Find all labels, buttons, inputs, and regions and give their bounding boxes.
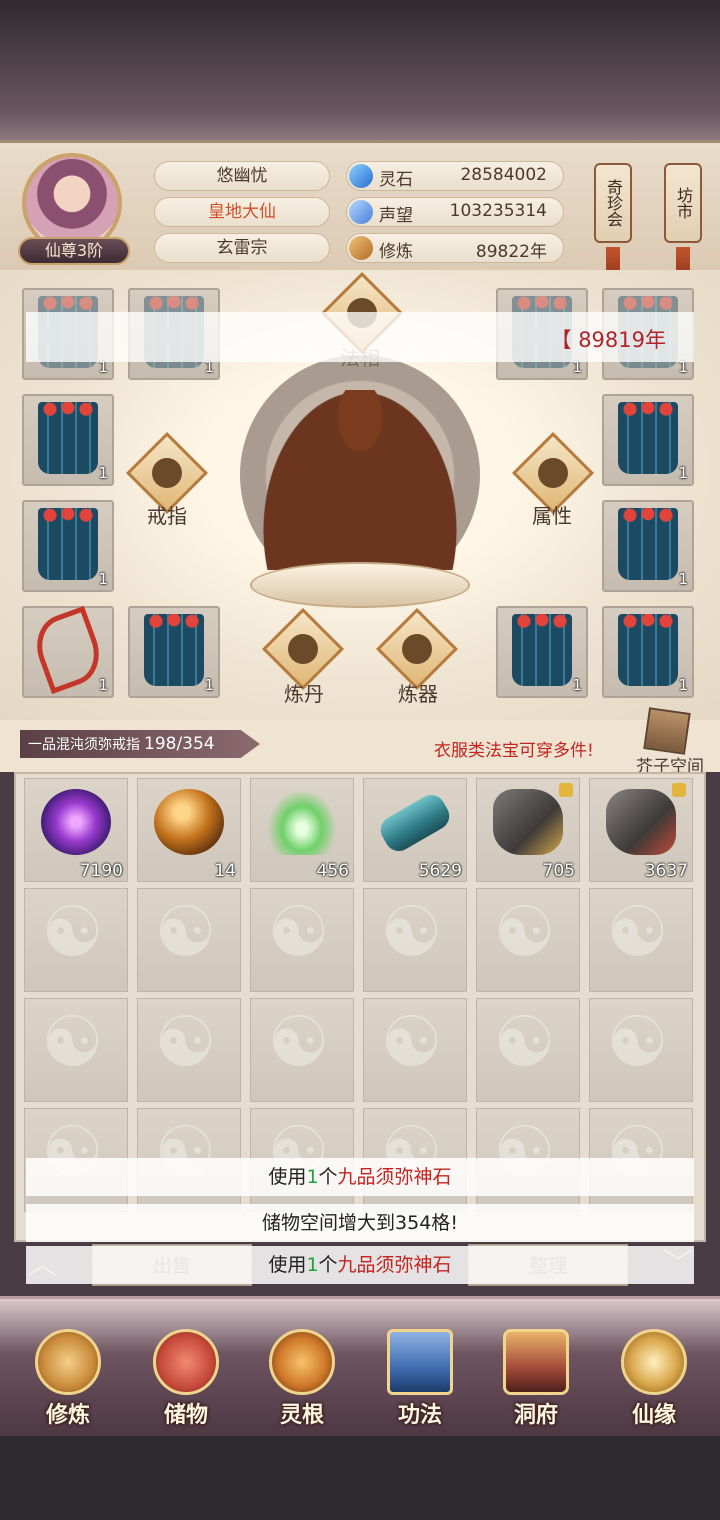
- toast-message: 储物空间增大到354格!: [26, 1204, 694, 1242]
- bow-icon: [27, 605, 109, 695]
- player-name: 悠幽忧: [154, 161, 330, 191]
- ring-name: 一品混沌须弥戒指: [28, 737, 140, 753]
- crystal-icon: [349, 200, 373, 224]
- banner-cultivation-value: 【 89819年: [550, 328, 666, 352]
- inventory-slot-empty[interactable]: [476, 998, 580, 1102]
- bag-header: 一品混沌须弥戒指 198/354 衣服类法宝可穿多件! 芥子空间: [0, 707, 720, 777]
- meditating-figure: [262, 390, 458, 570]
- jade-herb-icon: [267, 789, 337, 855]
- purple-orb-icon: [41, 789, 111, 855]
- robe-icon: [38, 402, 98, 474]
- pouch-icon: [153, 1329, 219, 1395]
- player-info: 悠幽忧 皇地大仙 玄雷宗: [154, 161, 330, 269]
- resource-panel: 灵石 28584002 声望 103235314 修炼 89822年: [346, 161, 564, 269]
- toast-message: 使用1个九品须弥神石: [26, 1158, 694, 1196]
- nav-spirit-root[interactable]: 灵根: [252, 1329, 352, 1429]
- gourd-icon: [621, 1329, 687, 1395]
- robe-icon: [144, 614, 204, 686]
- equip-slot[interactable]: 1: [22, 394, 114, 486]
- inventory-slot-empty[interactable]: [250, 888, 354, 992]
- bottom-navigation: 修炼 储物 灵根 功法 洞府 仙缘: [0, 1296, 720, 1436]
- lock-icon: [672, 783, 686, 797]
- robe-icon: [512, 614, 572, 686]
- player-realm: 皇地大仙: [154, 197, 330, 227]
- inventory-slot[interactable]: 3637: [589, 778, 693, 882]
- market-button[interactable]: 坊市: [664, 163, 702, 243]
- bottom-dark-band: [0, 1436, 720, 1520]
- nav-fate[interactable]: 仙缘: [604, 1329, 704, 1429]
- inventory-slot-empty[interactable]: [137, 998, 241, 1102]
- notification-banner: 【 89819年: [26, 312, 694, 362]
- avatar-button[interactable]: 仙尊3阶: [18, 153, 130, 265]
- meditate-icon: [349, 236, 373, 260]
- spirit-root-icon: [269, 1329, 335, 1395]
- palace-icon: [503, 1329, 569, 1395]
- robe-icon: [38, 508, 98, 580]
- inventory-slot-empty[interactable]: [250, 998, 354, 1102]
- player-sect: 玄雷宗: [154, 233, 330, 263]
- inventory-slot[interactable]: 14: [137, 778, 241, 882]
- equip-slot[interactable]: 1: [602, 500, 694, 592]
- resource-prestige: 声望 103235314: [346, 197, 564, 227]
- inventory-slot-empty[interactable]: [363, 998, 467, 1102]
- equip-slot[interactable]: 1: [496, 606, 588, 698]
- inventory-slot[interactable]: 7190: [24, 778, 128, 882]
- box-icon: [643, 707, 691, 755]
- equip-slot[interactable]: 1: [602, 606, 694, 698]
- equip-slot[interactable]: 1: [602, 394, 694, 486]
- inventory-slot[interactable]: 705: [476, 778, 580, 882]
- mustard-space-button[interactable]: 芥子空间: [630, 707, 710, 777]
- top-dark-band: [0, 0, 720, 140]
- inventory-slot-empty[interactable]: [363, 888, 467, 992]
- amber-orb-icon: [154, 789, 224, 855]
- toast-message: 使用1个九品须弥神石: [26, 1246, 694, 1284]
- inventory-slot-empty[interactable]: [24, 888, 128, 992]
- gem-icon: [349, 164, 373, 188]
- lotus-pedestal: [250, 562, 470, 608]
- inventory-slot-empty[interactable]: [476, 888, 580, 992]
- nav-storage[interactable]: 储物: [136, 1329, 236, 1429]
- inventory-slot-empty[interactable]: [589, 998, 693, 1102]
- inventory-slot-empty[interactable]: [137, 888, 241, 992]
- ore-icon: [493, 789, 563, 855]
- equip-slot[interactable]: 1: [22, 500, 114, 592]
- player-header: 仙尊3阶 悠幽忧 皇地大仙 玄雷宗 灵石 28584002 声望 1032353…: [0, 140, 720, 287]
- inventory-slot-empty[interactable]: [589, 888, 693, 992]
- robe-icon: [618, 508, 678, 580]
- book-icon: [387, 1329, 453, 1395]
- cultivate-icon: [35, 1329, 101, 1395]
- equip-hint: 衣服类法宝可穿多件!: [434, 741, 594, 761]
- resource-cultivation: 修炼 89822年: [346, 233, 564, 263]
- robe-icon: [618, 402, 678, 474]
- storage-ring-tag: 一品混沌须弥戒指 198/354: [20, 730, 260, 758]
- equip-slot[interactable]: 1: [128, 606, 220, 698]
- nav-technique[interactable]: 功法: [370, 1329, 470, 1429]
- scroll-icon: [375, 789, 455, 857]
- inventory-slot[interactable]: 456: [250, 778, 354, 882]
- bag-capacity: 198/354: [144, 734, 215, 754]
- lock-icon: [559, 783, 573, 797]
- ore-red-icon: [606, 789, 676, 855]
- equip-slot[interactable]: 1: [22, 605, 114, 698]
- nav-cultivate[interactable]: 修炼: [18, 1329, 118, 1429]
- inventory-slot-empty[interactable]: [24, 998, 128, 1102]
- treasure-fair-button[interactable]: 奇珍会: [594, 163, 632, 243]
- rank-badge: 仙尊3阶: [18, 237, 130, 265]
- equipment-panel: 1 1 1 1 1 1 1 1 1 1 1 1 法相 戒指 属性 炼丹 炼器 【…: [0, 270, 720, 720]
- resource-spirit-stone: 灵石 28584002: [346, 161, 564, 191]
- nav-cave[interactable]: 洞府: [486, 1329, 586, 1429]
- inventory-slot[interactable]: 5629: [363, 778, 467, 882]
- robe-icon: [618, 614, 678, 686]
